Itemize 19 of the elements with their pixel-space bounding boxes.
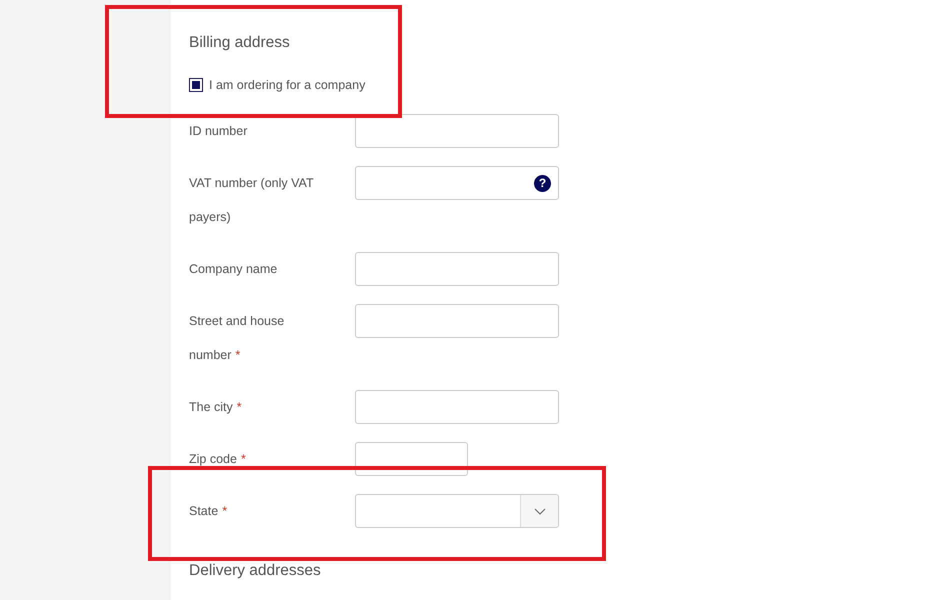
input-field[interactable]	[355, 114, 559, 148]
input-field[interactable]	[355, 390, 559, 424]
section-heading: Delivery addresses	[189, 561, 322, 581]
help-icon[interactable]: ?	[534, 174, 551, 192]
select-field[interactable]	[355, 494, 559, 528]
input-field[interactable]: ?	[355, 166, 559, 200]
company-checkbox[interactable]	[189, 78, 203, 92]
chevron-down-icon	[534, 508, 546, 514]
field-label: Street and house number *	[189, 313, 286, 364]
field-label: VAT number (only VAT payers)	[189, 175, 314, 226]
field-label: Company name	[189, 261, 278, 278]
checkbox-label: I am ordering for a company	[209, 78, 366, 92]
input-field[interactable]	[355, 304, 559, 338]
section-heading: Billing address	[189, 33, 291, 53]
field-label: State *	[189, 503, 228, 520]
field-label: ID number	[189, 123, 248, 140]
input-field[interactable]	[355, 252, 559, 286]
field-label: The city *	[189, 399, 242, 416]
field-label: Zip code *	[189, 451, 246, 468]
